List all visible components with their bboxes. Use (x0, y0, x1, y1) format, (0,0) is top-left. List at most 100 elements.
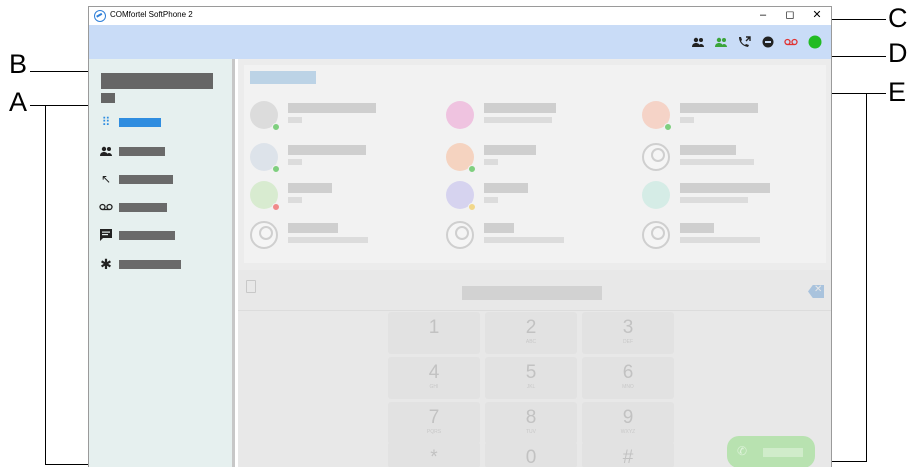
nav-item-voicemail[interactable] (99, 199, 229, 215)
contact-name-block (680, 223, 714, 233)
contact-name-block (484, 145, 536, 155)
callout-d-line (828, 56, 886, 57)
close-button[interactable]: ✕ (806, 8, 828, 22)
call-button[interactable]: ✆ (727, 436, 815, 467)
callout-e-bracket-vertical (866, 93, 867, 461)
favorites-heading (250, 71, 316, 84)
callout-c-line (830, 19, 886, 20)
dial-key-3[interactable]: 3 DEF (582, 312, 674, 354)
contact-name-block (484, 103, 556, 113)
number-input[interactable] (462, 286, 602, 300)
do-not-disturb-icon[interactable] (761, 36, 775, 48)
contact-name-block (680, 183, 770, 193)
call-button-label (763, 448, 803, 457)
dial-key-hash[interactable]: # (582, 442, 674, 467)
voicemail-icon[interactable] (784, 36, 798, 48)
voicemail-icon (99, 203, 113, 211)
call-history-icon: ↖ (100, 172, 112, 186)
favorite-contact[interactable] (244, 99, 434, 133)
favorite-contact[interactable] (244, 141, 434, 175)
nav-label-voicemail (119, 203, 167, 212)
callout-c: C (888, 3, 908, 33)
contact-name-block (288, 145, 366, 155)
contact-name-block (288, 223, 338, 233)
favorites-panel (244, 65, 826, 263)
minimize-button[interactable]: – (752, 8, 774, 22)
maximize-button[interactable]: ◻ (779, 8, 801, 22)
title-bar: COMfortel SoftPhone 2 – ◻ ✕ (89, 7, 831, 25)
favorite-contact[interactable] (636, 141, 826, 175)
nav-label-settings (119, 260, 181, 269)
nav-item-contacts[interactable] (99, 143, 229, 159)
avatar (446, 221, 474, 249)
status-toolbar (89, 25, 831, 59)
callout-b: B (9, 49, 28, 79)
nav-label-call-history (119, 175, 173, 184)
contact-name-block (288, 103, 376, 113)
presence-indicator (664, 123, 672, 131)
nav-item-chat[interactable] (99, 227, 229, 243)
softphone-window: COMfortel SoftPhone 2 – ◻ ✕ ⠿ ↖ ✱ ✕ 1 2 … (88, 6, 832, 467)
nav-item-call-history[interactable]: ↖ (99, 171, 229, 187)
callout-e: E (888, 77, 907, 107)
user-name-block (101, 73, 213, 89)
callout-a: A (9, 87, 28, 117)
dial-key-star[interactable]: * (388, 442, 480, 467)
nav-label-chat (119, 231, 175, 240)
dial-key-5[interactable]: 5 JKL (485, 357, 577, 399)
contact-name-block (484, 183, 528, 193)
avatar (642, 181, 670, 209)
contacts-icon (100, 146, 112, 156)
nav-label-dialpad (119, 118, 161, 127)
favorite-contact[interactable] (636, 179, 826, 213)
contact-number-block (484, 159, 498, 165)
app-logo-icon (94, 10, 106, 22)
window-title: COMfortel SoftPhone 2 (110, 10, 193, 19)
contact-number-block (288, 237, 368, 243)
contact-name-block (680, 103, 758, 113)
contacts-icon[interactable] (691, 36, 705, 48)
dialpad-icon: ⠿ (101, 115, 111, 129)
favorite-contact[interactable] (440, 99, 630, 133)
dial-key-2[interactable]: 2 ABC (485, 312, 577, 354)
dial-key-0[interactable]: 0+ (485, 442, 577, 467)
phone-icon: ✆ (737, 444, 748, 458)
contact-number-block (288, 197, 302, 203)
dial-key-9[interactable]: 9 WXYZ (582, 402, 674, 444)
dial-key-4[interactable]: 4 GHI (388, 357, 480, 399)
favorite-contact[interactable] (440, 179, 630, 213)
avatar (642, 143, 670, 171)
dial-key-1[interactable]: 1 (388, 312, 480, 354)
presence-indicator (272, 123, 280, 131)
clipboard-icon[interactable] (246, 280, 256, 293)
dial-key-7[interactable]: 7 PQRS (388, 402, 480, 444)
user-extension-block (101, 93, 115, 103)
contact-number-block (680, 237, 760, 243)
contact-number-block (484, 117, 552, 123)
presence-available-icon[interactable] (808, 35, 822, 49)
contact-name-block (680, 145, 736, 155)
favorite-contact[interactable] (636, 99, 826, 133)
avatar (446, 101, 474, 129)
dial-key-8[interactable]: 8 TUV (485, 402, 577, 444)
dial-key-6[interactable]: 6 MNO (582, 357, 674, 399)
call-forward-icon[interactable] (737, 36, 751, 48)
contact-name-block (484, 223, 514, 233)
backspace-icon[interactable]: ✕ (808, 285, 824, 298)
sidebar: ⠿ ↖ ✱ (89, 59, 235, 467)
team-contacts-icon[interactable] (714, 36, 728, 48)
chat-icon (100, 229, 112, 241)
presence-indicator (468, 165, 476, 173)
contact-number-block (484, 237, 564, 243)
nav-item-settings[interactable]: ✱ (99, 256, 229, 272)
dialpad-panel: ✕ 1 2 ABC 3 DEF 4 GHI 5 JKL 6 MNO 7 PQRS 8 TUV … (238, 270, 831, 467)
favorite-contact[interactable] (244, 179, 434, 213)
nav-item-dialpad[interactable]: ⠿ (99, 114, 229, 130)
favorite-contact[interactable] (440, 219, 630, 253)
favorite-contact[interactable] (244, 219, 434, 253)
avatar (250, 221, 278, 249)
settings-gear-icon: ✱ (100, 256, 112, 272)
favorite-contact[interactable] (440, 141, 630, 175)
callout-a-bracket-vertical (45, 105, 46, 464)
favorite-contact[interactable] (636, 219, 826, 253)
